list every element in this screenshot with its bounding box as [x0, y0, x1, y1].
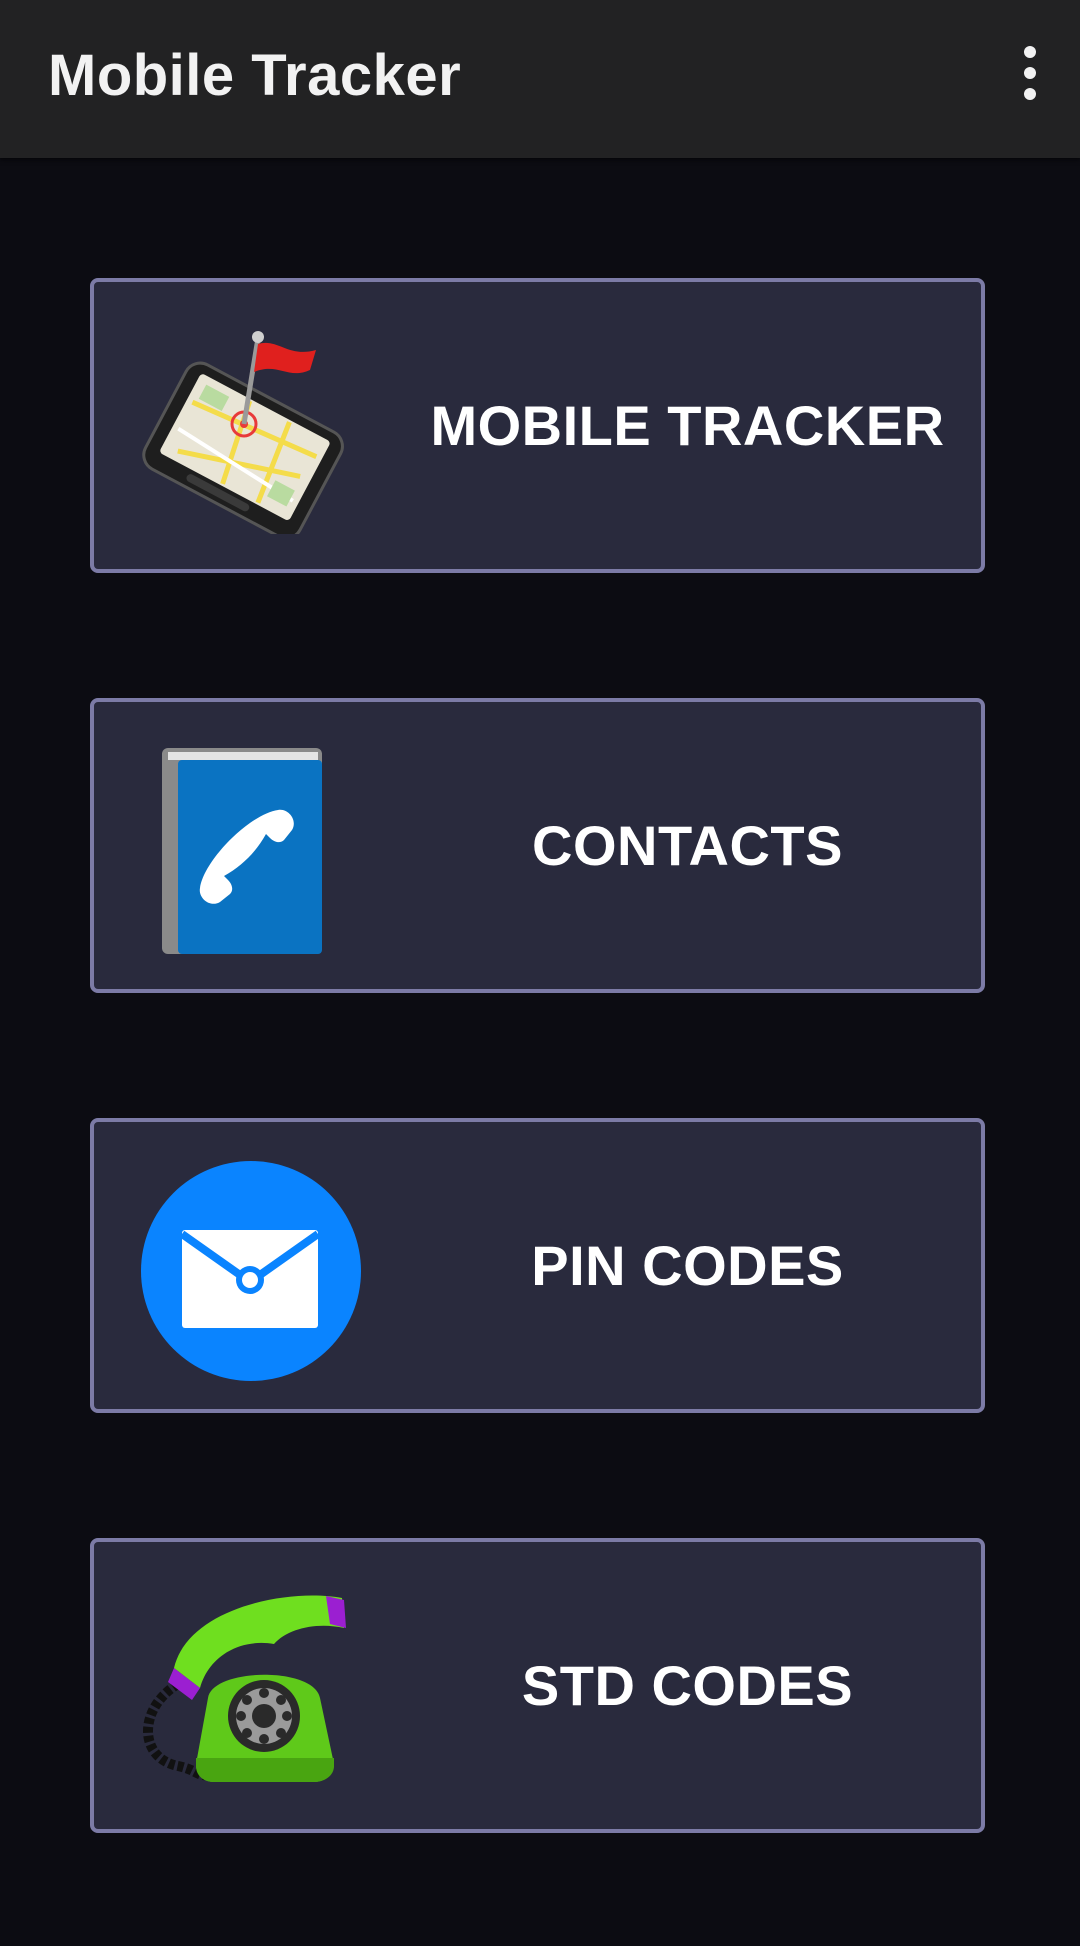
mobile-tracker-label: MOBILE TRACKER — [430, 394, 945, 457]
envelope-icon — [138, 1161, 364, 1381]
app-title: Mobile Tracker — [48, 43, 462, 108]
app-bar: Mobile Tracker — [0, 0, 1080, 158]
more-vert-icon[interactable] — [998, 38, 1062, 108]
contacts-button[interactable]: CONTACTS — [90, 698, 985, 993]
rotary-phone-icon — [138, 1588, 364, 1794]
std-codes-label: STD CODES — [521, 1654, 854, 1717]
contacts-label: CONTACTS — [532, 814, 843, 877]
pin-codes-button[interactable]: PIN CODES — [90, 1118, 985, 1413]
std-codes-button[interactable]: STD CODES — [90, 1538, 985, 1833]
mobile-tracker-button[interactable]: MOBILE TRACKER — [90, 278, 985, 573]
phone-map-flag-icon — [138, 328, 364, 540]
phone-book-icon — [138, 748, 364, 954]
pin-codes-label: PIN CODES — [531, 1234, 844, 1297]
